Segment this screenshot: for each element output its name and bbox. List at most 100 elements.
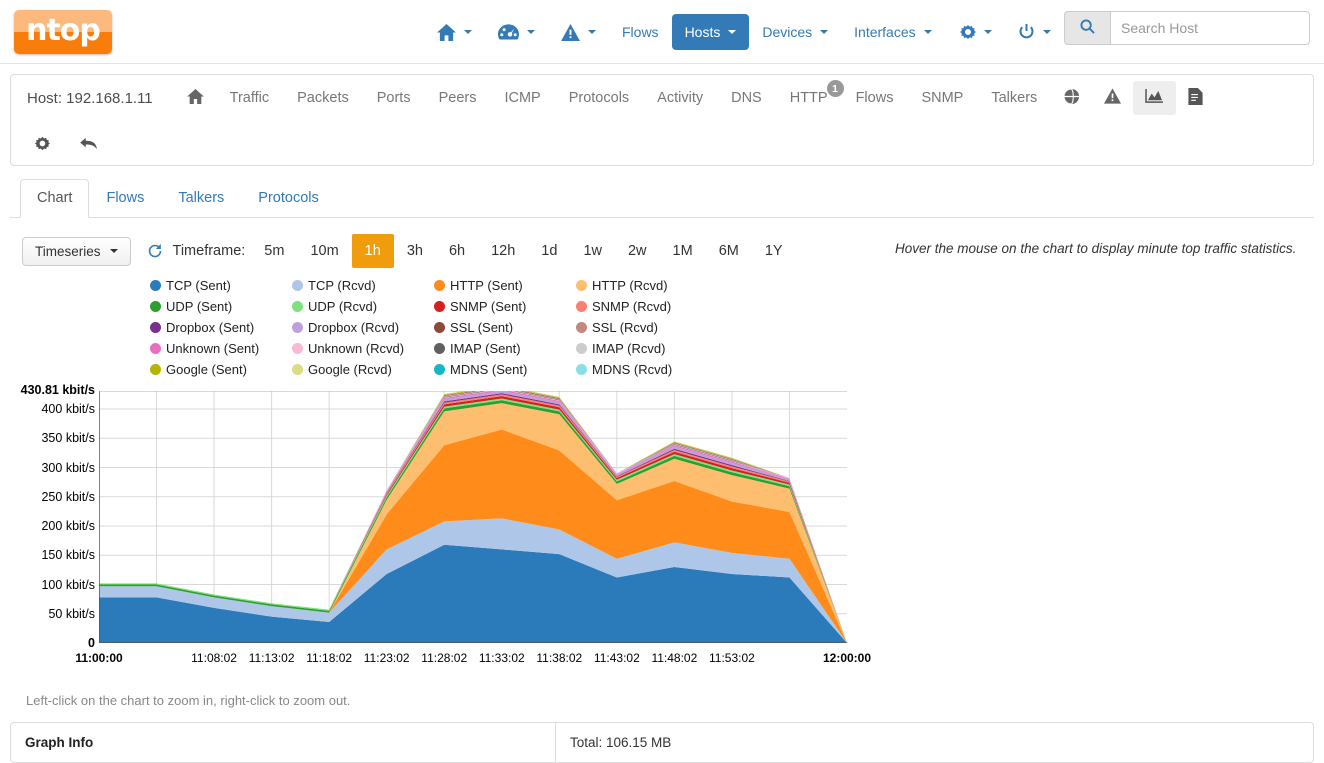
legend-item[interactable]: UDP (Sent) (150, 299, 292, 314)
legend-color-dot (292, 322, 303, 333)
timeframe-12h[interactable]: 12h (478, 234, 528, 268)
legend-color-dot (576, 280, 587, 291)
chevron-down-icon (924, 30, 932, 34)
legend-label: Google (Sent) (166, 362, 247, 377)
chart-area: 430.81 kbit/s 050 kbit/s100 kbit/s150 kb… (0, 383, 1324, 673)
nav-dashboard[interactable] (485, 14, 548, 50)
refresh-icon[interactable] (147, 243, 163, 259)
nav-hosts[interactable]: Hosts (672, 14, 750, 50)
x-axis-tick-label: 11:28:02 (421, 651, 467, 665)
timeframe-6h[interactable]: 6h (436, 234, 478, 268)
tab-talkers[interactable]: Talkers (161, 179, 241, 218)
subnav-item-alerts[interactable] (1092, 81, 1133, 115)
search-input[interactable] (1110, 11, 1310, 45)
chart-toolbar: Timeseries Timeframe: 5m 10m 1h 3h 6h 12… (0, 218, 1324, 268)
timeframe-1h[interactable]: 1h (352, 234, 394, 268)
timeframe-5m[interactable]: 5m (251, 234, 297, 268)
home-icon (187, 89, 204, 108)
y-axis-tick-label: 50 kbit/s (0, 607, 95, 621)
x-axis-tick-label: 11:13:02 (249, 651, 295, 665)
legend-item[interactable]: Dropbox (Sent) (150, 320, 292, 335)
nav-devices[interactable]: Devices (749, 14, 841, 50)
legend-item[interactable]: IMAP (Sent) (434, 341, 576, 356)
legend-item[interactable]: TCP (Sent) (150, 278, 292, 293)
legend-label: SSL (Rcvd) (592, 320, 658, 335)
legend-item[interactable]: IMAP (Rcvd) (576, 341, 718, 356)
legend-color-dot (576, 343, 587, 354)
subnav-item-chart[interactable] (1133, 81, 1176, 115)
legend-item[interactable]: HTTP (Rcvd) (576, 278, 718, 293)
subnav-label: Ports (377, 90, 411, 106)
nav-flows[interactable]: Flows (609, 14, 672, 50)
globe-icon (1063, 88, 1080, 109)
nav-home[interactable] (424, 15, 485, 50)
tab-flows[interactable]: Flows (89, 179, 161, 218)
timeframe-1d[interactable]: 1d (528, 234, 570, 268)
legend-item[interactable]: Dropbox (Rcvd) (292, 320, 434, 335)
tab-chart[interactable]: Chart (20, 179, 89, 218)
legend-item[interactable]: Google (Rcvd) (292, 362, 434, 377)
legend-color-dot (292, 364, 303, 375)
subnav-item-ports[interactable]: Ports (363, 83, 425, 113)
tab-label: Flows (106, 190, 144, 206)
graph-total-value: Total: 106.15 MB (556, 723, 685, 762)
y-axis-tick-label: 0 (0, 636, 95, 650)
subnav-item-packets[interactable]: Packets (283, 83, 363, 113)
ntop-logo[interactable]: ntop (14, 10, 112, 54)
legend-color-dot (434, 343, 445, 354)
subnav-item-icmp[interactable]: ICMP (490, 83, 554, 113)
legend-color-dot (576, 364, 587, 375)
legend-color-dot (434, 301, 445, 312)
nav-settings[interactable] (945, 14, 1005, 50)
subnav-item-report[interactable] (1176, 81, 1215, 116)
gear-icon (958, 23, 976, 41)
legend-item[interactable]: TCP (Rcvd) (292, 278, 434, 293)
timeframe-1M[interactable]: 1M (660, 234, 706, 268)
timeframe-1Y[interactable]: 1Y (752, 234, 796, 268)
nav-devices-label: Devices (762, 23, 812, 41)
legend-item[interactable]: HTTP (Sent) (434, 278, 576, 293)
subnav-item-http[interactable]: HTTP 1 (776, 83, 842, 113)
legend-item[interactable]: MDNS (Sent) (434, 362, 576, 377)
subnav-item-flows[interactable]: Flows (842, 83, 908, 113)
x-axis-tick-label: 12:00:00 (823, 651, 871, 665)
subnav-item-dns[interactable]: DNS (717, 83, 776, 113)
legend-label: Dropbox (Sent) (166, 320, 254, 335)
subnav-item-activity[interactable]: Activity (643, 83, 717, 113)
subnav-item-peers[interactable]: Peers (425, 83, 491, 113)
legend-item[interactable]: Unknown (Sent) (150, 341, 292, 356)
subnav-item-geomap[interactable] (1051, 81, 1092, 116)
subnav-item-traffic[interactable]: Traffic (216, 83, 283, 113)
subnav-item-protocols[interactable]: Protocols (555, 83, 643, 113)
timeframe-10m[interactable]: 10m (297, 234, 351, 268)
legend-item[interactable]: Google (Sent) (150, 362, 292, 377)
host-subnav-row-1: Host: 192.168.1.11 Traffic Packets Ports… (11, 75, 1313, 121)
legend-item[interactable]: SNMP (Sent) (434, 299, 576, 314)
search-button[interactable] (1064, 11, 1110, 45)
tab-protocols[interactable]: Protocols (241, 179, 335, 218)
gear-icon[interactable] (33, 135, 50, 152)
legend-item[interactable]: SSL (Rcvd) (576, 320, 718, 335)
subnav-item-snmp[interactable]: SNMP (907, 83, 977, 113)
legend-item[interactable]: SNMP (Rcvd) (576, 299, 718, 314)
legend-item[interactable]: Unknown (Rcvd) (292, 341, 434, 356)
timeseries-dropdown-button[interactable]: Timeseries (22, 237, 131, 266)
timeframe-2w[interactable]: 2w (615, 234, 660, 268)
legend-color-dot (150, 280, 161, 291)
timeseries-plot[interactable] (99, 391, 847, 643)
legend-item[interactable]: UDP (Rcvd) (292, 299, 434, 314)
subnav-item-overview[interactable] (175, 82, 216, 115)
nav-interfaces[interactable]: Interfaces (841, 14, 944, 50)
undo-arrow-icon[interactable] (80, 136, 99, 151)
legend-item[interactable]: SSL (Sent) (434, 320, 576, 335)
subnav-label: Packets (297, 90, 349, 106)
nav-power[interactable] (1005, 14, 1064, 50)
legend-item[interactable]: MDNS (Rcvd) (576, 362, 718, 377)
subnav-item-talkers[interactable]: Talkers (977, 83, 1051, 113)
power-icon (1018, 23, 1035, 41)
timeframe-3h[interactable]: 3h (394, 234, 436, 268)
timeframe-1w[interactable]: 1w (570, 234, 615, 268)
nav-alerts[interactable] (548, 15, 609, 50)
legend-color-dot (150, 364, 161, 375)
timeframe-6M[interactable]: 6M (706, 234, 752, 268)
